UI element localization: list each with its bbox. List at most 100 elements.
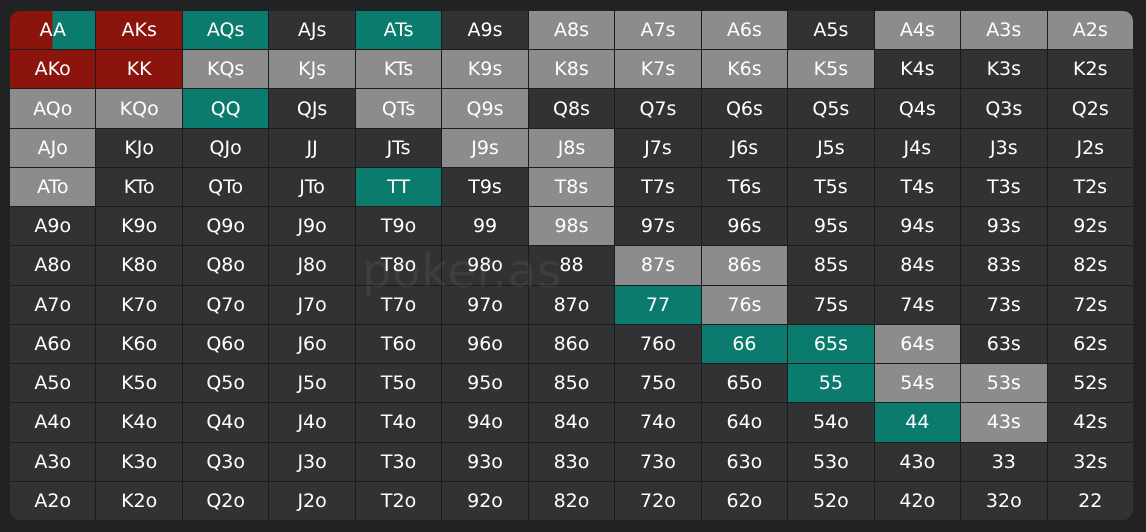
hand-cell-t6o[interactable]: T6o	[355, 324, 442, 364]
hand-cell-qjs[interactable]: QJs	[269, 89, 355, 128]
hand-cell-43o[interactable]: 43o	[874, 442, 961, 481]
hand-cell-j9o[interactable]: J9o	[269, 207, 355, 246]
hand-cell-92o[interactable]: 92o	[442, 481, 528, 520]
hand-cell-k9s[interactable]: K9s	[442, 50, 528, 89]
hand-cell-ako[interactable]: AKo	[10, 50, 96, 89]
hand-cell-j6s[interactable]: J6s	[701, 128, 788, 167]
hand-cell-84s[interactable]: 84s	[874, 246, 961, 285]
hand-cell-ajo[interactable]: AJo	[10, 128, 96, 167]
hand-cell-k6o[interactable]: K6o	[96, 324, 182, 364]
hand-cell-q5o[interactable]: Q5o	[182, 364, 269, 403]
hand-cell-a7s[interactable]: A7s	[615, 11, 701, 50]
hand-cell-76s[interactable]: 76s	[701, 285, 788, 324]
hand-cell-q7o[interactable]: Q7o	[182, 285, 269, 324]
hand-cell-65o[interactable]: 65o	[701, 364, 788, 403]
hand-cell-32o[interactable]: 32o	[961, 481, 1047, 520]
hand-cell-j8o[interactable]: J8o	[269, 246, 355, 285]
hand-cell-a9s[interactable]: A9s	[442, 11, 528, 50]
hand-cell-jj[interactable]: JJ	[269, 128, 355, 167]
hand-cell-86s[interactable]: 86s	[701, 246, 788, 285]
hand-cell-72o[interactable]: 72o	[615, 481, 701, 520]
hand-cell-qts[interactable]: QTs	[355, 89, 442, 128]
hand-cell-kjo[interactable]: KJo	[96, 128, 182, 167]
hand-cell-j7o[interactable]: J7o	[269, 285, 355, 324]
hand-cell-72s[interactable]: 72s	[1047, 285, 1133, 324]
hand-cell-a6o[interactable]: A6o	[10, 324, 96, 364]
hand-cell-82s[interactable]: 82s	[1047, 246, 1133, 285]
hand-cell-jts[interactable]: JTs	[355, 128, 442, 167]
hand-cell-ajs[interactable]: AJs	[269, 11, 355, 50]
hand-cell-k2o[interactable]: K2o	[96, 481, 182, 520]
hand-cell-a4s[interactable]: A4s	[874, 11, 961, 50]
hand-cell-84o[interactable]: 84o	[528, 403, 615, 442]
hand-cell-k3s[interactable]: K3s	[961, 50, 1047, 89]
hand-cell-43s[interactable]: 43s	[961, 403, 1047, 442]
hand-cell-ato[interactable]: ATo	[10, 167, 96, 207]
hand-cell-qq[interactable]: QQ	[182, 89, 269, 128]
hand-cell-t4s[interactable]: T4s	[874, 167, 961, 207]
hand-cell-j4o[interactable]: J4o	[269, 403, 355, 442]
hand-cell-74s[interactable]: 74s	[874, 285, 961, 324]
hand-cell-j2s[interactable]: J2s	[1047, 128, 1133, 167]
hand-cell-85s[interactable]: 85s	[788, 246, 874, 285]
hand-cell-22[interactable]: 22	[1047, 481, 1133, 520]
hand-cell-44[interactable]: 44	[874, 403, 961, 442]
hand-cell-j7s[interactable]: J7s	[615, 128, 701, 167]
hand-cell-a3o[interactable]: A3o	[10, 442, 96, 481]
hand-cell-88[interactable]: 88	[528, 246, 615, 285]
hand-cell-64s[interactable]: 64s	[874, 324, 961, 364]
hand-cell-64o[interactable]: 64o	[701, 403, 788, 442]
hand-cell-q9o[interactable]: Q9o	[182, 207, 269, 246]
hand-cell-q5s[interactable]: Q5s	[788, 89, 874, 128]
hand-cell-66[interactable]: 66	[701, 324, 788, 364]
hand-cell-93s[interactable]: 93s	[961, 207, 1047, 246]
hand-cell-82o[interactable]: 82o	[528, 481, 615, 520]
hand-cell-q4o[interactable]: Q4o	[182, 403, 269, 442]
hand-cell-k4s[interactable]: K4s	[874, 50, 961, 89]
hand-cell-a4o[interactable]: A4o	[10, 403, 96, 442]
hand-cell-86o[interactable]: 86o	[528, 324, 615, 364]
hand-cell-k8s[interactable]: K8s	[528, 50, 615, 89]
hand-cell-a9o[interactable]: A9o	[10, 207, 96, 246]
hand-cell-t5o[interactable]: T5o	[355, 364, 442, 403]
hand-cell-a8o[interactable]: A8o	[10, 246, 96, 285]
hand-cell-t3s[interactable]: T3s	[961, 167, 1047, 207]
hand-cell-k6s[interactable]: K6s	[701, 50, 788, 89]
hand-cell-q3s[interactable]: Q3s	[961, 89, 1047, 128]
hand-cell-k2s[interactable]: K2s	[1047, 50, 1133, 89]
hand-cell-j9s[interactable]: J9s	[442, 128, 528, 167]
hand-cell-32s[interactable]: 32s	[1047, 442, 1133, 481]
hand-cell-96o[interactable]: 96o	[442, 324, 528, 364]
hand-cell-52s[interactable]: 52s	[1047, 364, 1133, 403]
hand-cell-q8s[interactable]: Q8s	[528, 89, 615, 128]
hand-cell-a5s[interactable]: A5s	[788, 11, 874, 50]
hand-cell-j3s[interactable]: J3s	[961, 128, 1047, 167]
hand-cell-a3s[interactable]: A3s	[961, 11, 1047, 50]
hand-cell-q3o[interactable]: Q3o	[182, 442, 269, 481]
hand-cell-q2s[interactable]: Q2s	[1047, 89, 1133, 128]
hand-cell-q7s[interactable]: Q7s	[615, 89, 701, 128]
hand-cell-85o[interactable]: 85o	[528, 364, 615, 403]
hand-cell-94s[interactable]: 94s	[874, 207, 961, 246]
hand-cell-q2o[interactable]: Q2o	[182, 481, 269, 520]
hand-cell-93o[interactable]: 93o	[442, 442, 528, 481]
hand-cell-97o[interactable]: 97o	[442, 285, 528, 324]
hand-cell-33[interactable]: 33	[961, 442, 1047, 481]
hand-cell-t4o[interactable]: T4o	[355, 403, 442, 442]
hand-cell-j5s[interactable]: J5s	[788, 128, 874, 167]
hand-cell-96s[interactable]: 96s	[701, 207, 788, 246]
hand-cell-87o[interactable]: 87o	[528, 285, 615, 324]
hand-cell-k4o[interactable]: K4o	[96, 403, 182, 442]
hand-cell-76o[interactable]: 76o	[615, 324, 701, 364]
hand-cell-55[interactable]: 55	[788, 364, 874, 403]
hand-cell-q9s[interactable]: Q9s	[442, 89, 528, 128]
hand-cell-q8o[interactable]: Q8o	[182, 246, 269, 285]
hand-cell-65s[interactable]: 65s	[788, 324, 874, 364]
hand-cell-t9o[interactable]: T9o	[355, 207, 442, 246]
hand-cell-t9s[interactable]: T9s	[442, 167, 528, 207]
hand-cell-75s[interactable]: 75s	[788, 285, 874, 324]
hand-cell-a7o[interactable]: A7o	[10, 285, 96, 324]
hand-cell-42s[interactable]: 42s	[1047, 403, 1133, 442]
hand-cell-k3o[interactable]: K3o	[96, 442, 182, 481]
hand-cell-j6o[interactable]: J6o	[269, 324, 355, 364]
